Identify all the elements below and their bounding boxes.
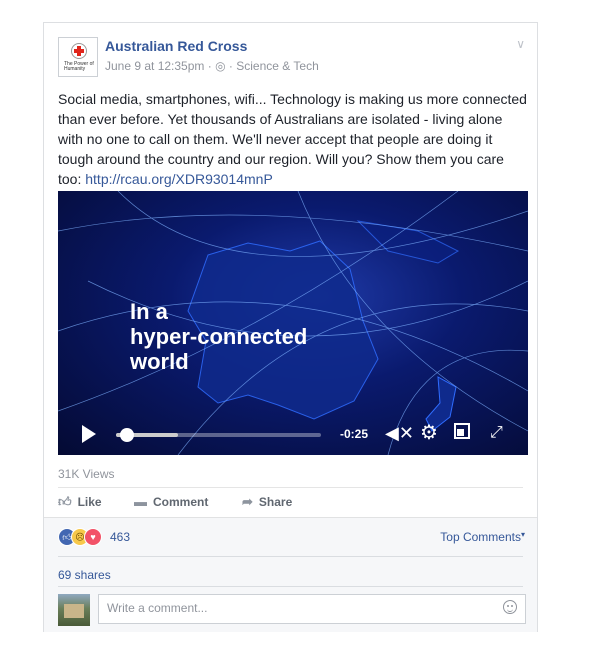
- post-timestamp[interactable]: June 9 at 12:35pm: [105, 59, 204, 73]
- video-player[interactable]: In a hyper-connected world -0:25 ◀✕ ⚙ ⤢: [58, 191, 528, 455]
- divider: [58, 586, 523, 587]
- logo-tagline: The Power of Humanity: [64, 61, 94, 72]
- caret-down-icon: ▾: [520, 530, 525, 539]
- comment-box[interactable]: [98, 594, 526, 624]
- post-meta: June 9 at 12:35pm · ◎ · Science & Tech: [105, 59, 319, 73]
- page-name-link[interactable]: Australian Red Cross: [105, 38, 247, 54]
- post-body: Social media, smartphones, wifi... Techn…: [58, 89, 528, 189]
- post-card: The Power of Humanity Australian Red Cro…: [43, 22, 538, 632]
- share-label: Share: [258, 495, 293, 509]
- meta-separator: ·: [207, 59, 212, 73]
- like-label: Like: [77, 495, 102, 509]
- comment-input[interactable]: [105, 600, 489, 616]
- post-category[interactable]: · Science & Tech: [229, 59, 319, 73]
- divider: [58, 556, 523, 557]
- top-comments-label: Top Comments: [440, 530, 521, 544]
- globe-icon: ◎: [215, 59, 226, 73]
- comment-button[interactable]: ▬ Comment: [134, 494, 208, 509]
- divider: [58, 487, 523, 488]
- minimize-player-icon[interactable]: [454, 423, 470, 439]
- shares-count[interactable]: 69 shares: [58, 568, 111, 582]
- user-avatar: [58, 594, 90, 626]
- fullscreen-icon[interactable]: ⤢: [490, 423, 503, 443]
- progress-handle[interactable]: [120, 428, 134, 442]
- like-button[interactable]: 👍︎ Like: [58, 494, 102, 510]
- comment-icon: ▬: [134, 494, 147, 509]
- emoji-icon[interactable]: [503, 600, 517, 614]
- thumbs-up-icon: 👍︎: [58, 494, 72, 509]
- top-comments-dropdown[interactable]: Top Comments▾: [440, 530, 525, 544]
- feedback-section: 👍︎ ☹ ♥ 463 Top Comments▾ 69 shares: [44, 517, 537, 632]
- time-remaining: -0:25: [340, 427, 369, 441]
- reaction-count[interactable]: 463: [110, 530, 130, 544]
- post-header: The Power of Humanity Australian Red Cro…: [58, 37, 525, 81]
- red-cross-icon: [71, 43, 87, 59]
- video-overlay-text: In a hyper-connected world: [130, 299, 308, 374]
- video-progress-bar[interactable]: [116, 428, 321, 442]
- mute-icon[interactable]: ◀✕: [385, 423, 414, 443]
- love-reaction-icon: ♥: [84, 528, 102, 546]
- page-avatar[interactable]: The Power of Humanity: [58, 37, 98, 77]
- settings-gear-icon[interactable]: ⚙: [420, 423, 438, 443]
- comment-label: Comment: [153, 495, 209, 509]
- post-link[interactable]: http://rcau.org/XDR93014mnP: [85, 171, 273, 187]
- share-arrow-icon: ➦: [242, 494, 253, 509]
- play-icon[interactable]: [82, 425, 96, 443]
- view-count: 31K Views: [58, 467, 115, 481]
- chevron-down-icon[interactable]: ∨: [516, 37, 525, 51]
- video-controls: -0:25 ◀✕ ⚙ ⤢: [58, 411, 528, 455]
- action-bar: 👍︎ Like ▬ Comment ➦ Share: [58, 489, 528, 519]
- share-button[interactable]: ➦ Share: [242, 494, 292, 510]
